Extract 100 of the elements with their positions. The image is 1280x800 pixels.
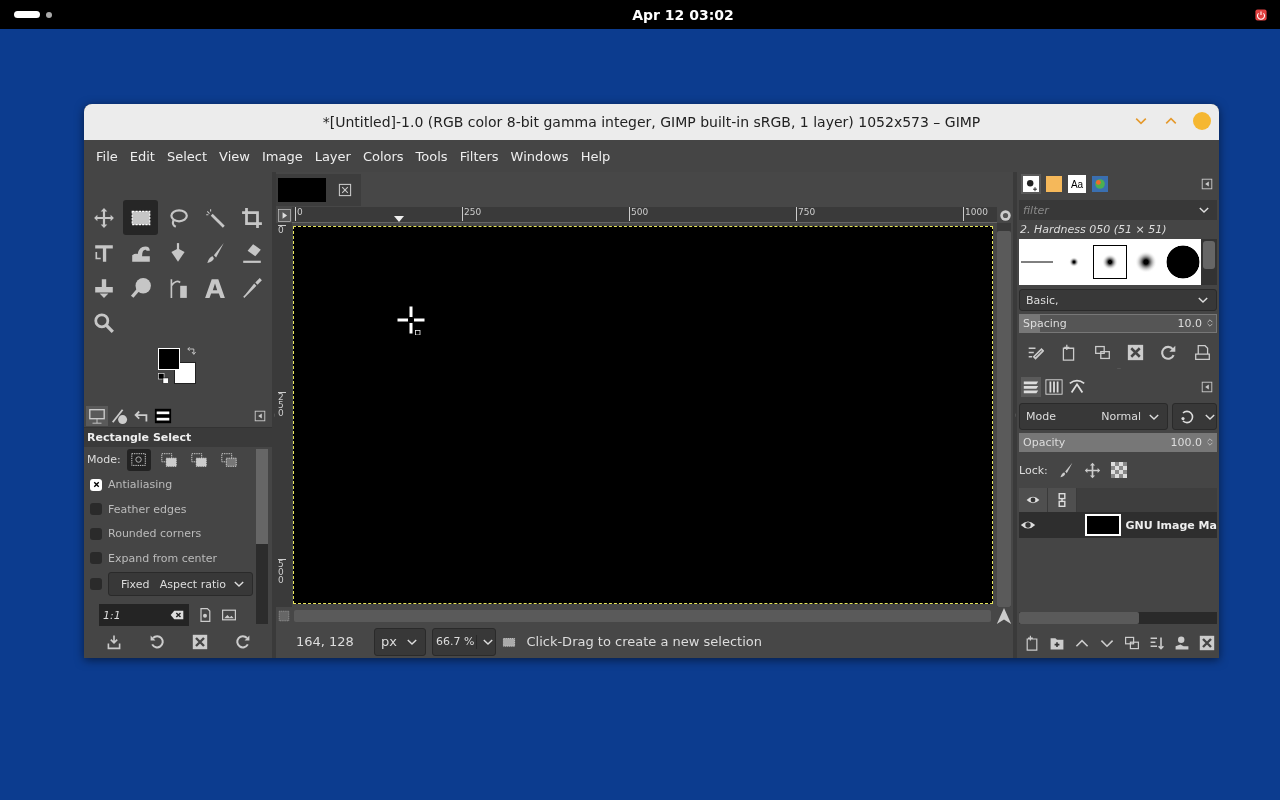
clear-icon <box>169 608 185 622</box>
scrollbar[interactable] <box>1201 239 1217 285</box>
clock[interactable]: Apr 12 03:02 <box>632 6 734 23</box>
mode-dropdown[interactable]: Mode Normal <box>1019 403 1168 430</box>
menu-item[interactable]: Filters <box>453 148 505 164</box>
option-checkbox[interactable]: Antialiasing <box>87 472 253 497</box>
option-checkbox[interactable]: Rounded corners <box>87 521 253 547</box>
reset-options-button[interactable] <box>234 634 251 650</box>
menu-item[interactable]: View <box>213 148 256 164</box>
zoom-dropdown[interactable]: 66.7 % <box>432 627 497 656</box>
horizontal-scrollbar[interactable] <box>1019 612 1217 624</box>
option-checkbox[interactable]: Expand from center <box>87 546 253 571</box>
landscape-button[interactable] <box>221 607 237 623</box>
background-color-swatch[interactable] <box>174 362 196 384</box>
add-mode-icon <box>159 450 178 469</box>
merge-icon <box>1148 635 1165 651</box>
activities-icon[interactable] <box>14 11 40 18</box>
magic-wand-icon <box>203 206 226 229</box>
ruler-label: 500 <box>629 207 649 221</box>
tool-options-icon <box>88 407 106 425</box>
dock-menu-icon <box>1201 178 1213 190</box>
smudge-icon <box>129 276 152 299</box>
color-picker-icon <box>240 276 263 299</box>
mode-label: Mode: <box>87 453 121 467</box>
duplicate-icon <box>1123 635 1140 651</box>
channels-icon <box>1045 378 1063 396</box>
clone-stamp-icon <box>92 276 115 299</box>
unit-dropdown[interactable]: px <box>374 627 426 656</box>
tool-button[interactable] <box>123 200 158 235</box>
save-options-button[interactable] <box>105 634 122 650</box>
crosshair-cursor-icon <box>396 305 426 335</box>
menu-item[interactable]: Select <box>160 148 214 164</box>
fixed-dropdown[interactable]: Fixed Aspect ratio <box>108 572 253 597</box>
ruler-label: 250 <box>278 392 286 417</box>
open-as-image-button[interactable] <box>1193 343 1211 361</box>
vertical-scrollbar[interactable] <box>997 223 1011 607</box>
image-tab[interactable] <box>276 174 361 206</box>
status-message: Click-Drag to create a new selection <box>526 634 762 649</box>
workspace-dot-icon[interactable] <box>46 11 52 18</box>
checkerboard-icon <box>1110 462 1127 478</box>
delete-button[interactable] <box>1127 343 1145 361</box>
ruler-label: 500 <box>278 559 286 584</box>
composite-dropdown[interactable] <box>1172 403 1217 430</box>
brush-preview-icon[interactable] <box>1165 245 1200 279</box>
preset-dropdown[interactable]: Basic, <box>1019 289 1217 311</box>
brush-grid[interactable] <box>1019 239 1201 285</box>
mode-button[interactable] <box>126 448 151 471</box>
mask-button[interactable] <box>1173 635 1190 651</box>
new-group-button[interactable] <box>1048 635 1065 651</box>
delete-button[interactable] <box>1198 635 1215 651</box>
menu-item[interactable]: Help <box>574 148 617 164</box>
menu-item[interactable]: Edit <box>123 148 161 164</box>
power-icon <box>1254 7 1268 22</box>
brush-preview-icon[interactable] <box>1092 245 1127 279</box>
portrait-button[interactable] <box>197 607 213 623</box>
lock-position-button[interactable] <box>1083 461 1101 479</box>
landscape-icon <box>221 607 237 623</box>
layer-row[interactable]: GNU Image Ma <box>1019 512 1217 538</box>
ruler-label: 0 <box>295 207 303 221</box>
delete-options-button[interactable] <box>191 634 208 650</box>
save-icon <box>105 634 122 650</box>
duplicate-button[interactable] <box>1123 635 1140 651</box>
restore-options-button[interactable] <box>148 634 165 650</box>
ruler-label: 0 <box>278 225 286 234</box>
foreground-color-swatch[interactable] <box>158 348 180 370</box>
device-status-icon <box>110 407 128 425</box>
menu-item[interactable]: Colors <box>356 148 410 164</box>
intersect-mode-icon <box>219 450 238 469</box>
scrollbar[interactable] <box>256 449 268 624</box>
menu-item[interactable]: Windows <box>504 148 575 164</box>
duplicate-button[interactable] <box>1093 343 1111 361</box>
refresh-icon <box>1160 343 1178 361</box>
spin-arrows-icon <box>1206 316 1214 330</box>
restore-icon <box>148 634 165 650</box>
dock-tab[interactable] <box>152 406 174 426</box>
dock-menu-icon <box>1201 381 1213 393</box>
menu-item[interactable]: Layer <box>308 148 357 164</box>
option-checkbox[interactable]: Feather edges <box>87 497 253 522</box>
merge-button[interactable] <box>1148 635 1165 651</box>
lock-alpha-button[interactable] <box>1110 462 1127 478</box>
dock-tab[interactable] <box>1044 377 1064 397</box>
menu-item[interactable]: Tools <box>409 148 454 164</box>
dock-tab[interactable] <box>1021 174 1041 194</box>
ratio-field[interactable]: 1:1 <box>99 604 189 626</box>
paths-icon <box>1068 378 1086 396</box>
magnifier-icon <box>92 311 115 334</box>
navigate-icon <box>998 208 1012 222</box>
refresh-button[interactable] <box>1160 343 1178 361</box>
fixed-checkbox[interactable] <box>90 578 102 591</box>
dock-tab[interactable]: Aa <box>1067 174 1087 194</box>
menu-item[interactable]: File <box>90 148 124 164</box>
delete-icon <box>1198 635 1215 651</box>
ruler-label: 750 <box>796 207 816 221</box>
menu-item[interactable]: Image <box>255 148 309 164</box>
spacing-slider[interactable]: Spacing 10.0 <box>1019 314 1217 333</box>
eraser-icon <box>240 241 263 264</box>
selection-toggle-icon <box>278 610 290 622</box>
quick-mask-icon <box>277 208 291 222</box>
ruler-label: 250 <box>462 207 482 221</box>
ruler-label: 1000 <box>963 207 988 221</box>
